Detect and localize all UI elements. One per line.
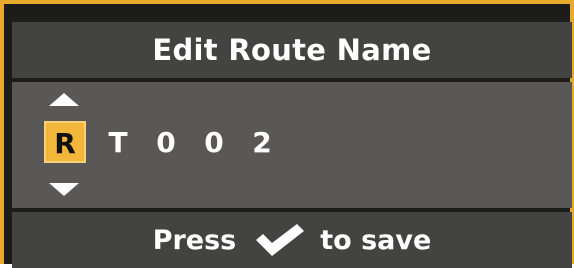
route-name-char[interactable]: 2 (238, 126, 286, 159)
route-name-char[interactable]: T (94, 126, 142, 159)
route-name-characters: R T 0 0 2 (40, 119, 286, 165)
checkmark-icon (256, 224, 305, 256)
route-name-char[interactable]: 0 (190, 126, 238, 159)
route-name-editor[interactable]: R T 0 0 2 (12, 82, 572, 208)
footer-prefix: Press (152, 224, 237, 256)
triangle-down-icon[interactable] (49, 183, 79, 196)
route-name-char[interactable]: 0 (142, 126, 190, 159)
dialog-header: Edit Route Name (12, 22, 572, 78)
dialog-title: Edit Route Name (152, 33, 432, 67)
triangle-up-icon[interactable] (49, 93, 79, 106)
route-name-char-selected[interactable]: R (44, 121, 86, 163)
footer-suffix: to save (320, 224, 432, 256)
dialog-footer: Press to save (12, 212, 572, 268)
edit-route-name-dialog: Edit Route Name R T 0 0 2 Press to save (0, 0, 574, 268)
